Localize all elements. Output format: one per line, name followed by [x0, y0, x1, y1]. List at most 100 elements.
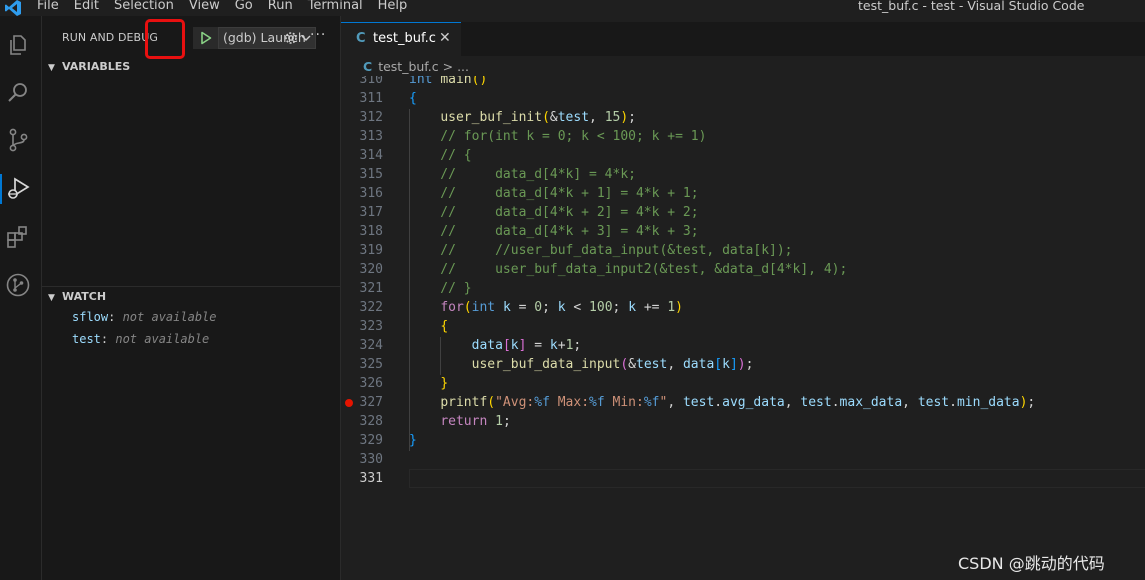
code-text: user_buf_data_input(&test, data[k]); — [471, 357, 754, 372]
breadcrumb[interactable]: Ctest_buf.c > ... — [363, 59, 469, 74]
line-number: 317 — [359, 205, 383, 220]
watch-expression-name: sflow — [72, 310, 109, 324]
code-comment: // for(int k = 0; k < 100; k += 1) — [409, 129, 707, 144]
line-number: 320 — [359, 262, 383, 277]
watch-item[interactable]: test: not available — [72, 332, 209, 346]
breadcrumb-file[interactable]: test_buf.c — [378, 59, 438, 74]
watch-item[interactable]: sflow: not available — [72, 310, 217, 324]
code-line: 326 } — [341, 374, 1145, 393]
tab-test-buf-c[interactable]: C test_buf.c ✕ — [341, 22, 461, 56]
watch-section-header[interactable]: ▼ WATCH — [48, 290, 106, 303]
line-number: 313 — [359, 129, 383, 144]
code-comment: // } — [409, 281, 472, 296]
line-number: 315 — [359, 167, 383, 182]
menu-terminal[interactable]: Terminal — [308, 0, 363, 13]
more-actions-icon[interactable]: ··· — [310, 27, 326, 43]
menu-run[interactable]: Run — [268, 0, 293, 13]
launch-config-select[interactable]: (gdb) Launch — [218, 27, 316, 49]
highlight-annotation — [145, 19, 185, 59]
line-number: 323 — [359, 319, 383, 334]
variables-section-header[interactable]: ▼ VARIABLES — [48, 60, 130, 73]
code-line: 322 for(int k = 0; k < 100; k += 1) — [341, 298, 1145, 317]
c-file-icon: C — [356, 31, 366, 46]
activity-bar — [0, 16, 42, 580]
source-control-icon[interactable] — [5, 127, 31, 153]
watermark: CSDN @跳动的代码 — [958, 554, 1105, 573]
code-text: printf("Avg:%f Max:%f Min:%f", test.avg_… — [440, 395, 1036, 410]
code-comment: // data_d[4*k + 2] = 4*k + 2; — [409, 205, 699, 220]
menu-go[interactable]: Go — [235, 0, 253, 13]
c-file-icon: C — [363, 59, 373, 74]
code-text: data[k] = k+1; — [471, 338, 582, 353]
code-line: 319 // //user_buf_data_input(&test, data… — [341, 241, 1145, 260]
play-icon — [201, 31, 212, 45]
run-and-debug-sidebar: RUN AND DEBUG (gdb) Launch ··· ▼ VARIABLE… — [42, 16, 341, 580]
close-icon[interactable]: ✕ — [439, 30, 451, 46]
menu-view[interactable]: View — [189, 0, 220, 13]
menu-edit[interactable]: Edit — [74, 0, 99, 13]
line-number: 312 — [359, 110, 383, 125]
extensions-icon[interactable] — [5, 224, 31, 250]
code-line: 323 { — [341, 317, 1145, 336]
line-number: 326 — [359, 376, 383, 391]
current-line-highlight — [409, 469, 1145, 488]
code-comment: // data_d[4*k + 1] = 4*k + 1; — [409, 186, 699, 201]
run-and-debug-icon[interactable] — [5, 175, 31, 201]
code-text: { — [440, 319, 449, 334]
code-comment: // //user_buf_data_input(&test, data[k])… — [409, 243, 793, 258]
code-text: return 1; — [440, 414, 511, 429]
variables-title: VARIABLES — [62, 60, 131, 73]
code-line: 314 // { — [341, 146, 1145, 165]
code-line: 328 return 1; — [341, 412, 1145, 431]
watch-expression-value: not available — [122, 310, 217, 324]
code-line: 316 // data_d[4*k + 1] = 4*k + 1; — [341, 184, 1145, 203]
tab-label: test_buf.c — [373, 31, 436, 46]
line-number: 319 — [359, 243, 383, 258]
code-line: 327 printf("Avg:%f Max:%f Min:%f", test.… — [341, 393, 1145, 412]
menu-selection[interactable]: Selection — [114, 0, 174, 13]
chevron-down-icon: ▼ — [48, 63, 55, 73]
active-view-indicator — [0, 174, 2, 204]
menu-file[interactable]: File — [37, 0, 59, 13]
code-comment: // data_d[4*k] = 4*k; — [409, 167, 636, 182]
line-number: 310 — [359, 76, 383, 87]
vscode-logo-icon — [5, 0, 21, 16]
explorer-icon[interactable] — [5, 32, 31, 58]
code-text: { — [409, 91, 417, 106]
line-number: 311 — [359, 91, 383, 106]
code-line: 318 // data_d[4*k + 3] = 4*k + 3; — [341, 222, 1145, 241]
code-line: 311 { — [341, 89, 1145, 108]
code-text: for(int k = 0; k < 100; k += 1) — [440, 300, 683, 315]
code-line: 315 // data_d[4*k] = 4*k; — [341, 165, 1145, 184]
code-comment: // { — [409, 148, 472, 163]
line-number: 330 — [359, 452, 383, 467]
code-line: 313 // for(int k = 0; k < 100; k += 1) — [341, 127, 1145, 146]
editor-group: C test_buf.c ✕ Ctest_buf.c > ... 310 int … — [341, 16, 1145, 580]
watch-expression-name: test — [72, 332, 101, 346]
watch-title: WATCH — [62, 290, 107, 303]
window-title: test_buf.c - test - Visual Studio Code — [858, 0, 1085, 13]
sidebar-header: RUN AND DEBUG — [62, 31, 158, 44]
line-number: 321 — [359, 281, 383, 296]
breadcrumb-separator: > ... — [442, 59, 469, 74]
line-number: 318 — [359, 224, 383, 239]
code-line-current: 331 — [341, 469, 1145, 488]
code-line: 310 int main() — [341, 76, 1145, 89]
line-number: 327 — [359, 395, 383, 410]
code-line: 330 — [341, 450, 1145, 469]
tab-bar: C test_buf.c ✕ — [341, 22, 1145, 56]
line-number: 331 — [359, 471, 383, 486]
chevron-down-icon: ▼ — [48, 293, 55, 303]
start-debugging-button[interactable] — [193, 27, 218, 49]
divider — [42, 286, 340, 287]
line-number: 316 — [359, 186, 383, 201]
code-editor[interactable]: 310 int main() 311 { 312 user_buf_init(&te… — [341, 76, 1145, 580]
code-comment: // data_d[4*k + 3] = 4*k + 3; — [409, 224, 699, 239]
code-text: } — [409, 433, 417, 448]
gear-icon[interactable] — [284, 31, 298, 45]
git-graph-icon[interactable] — [5, 272, 31, 298]
code-line: 324 data[k] = k+1; — [341, 336, 1145, 355]
code-line: 312 user_buf_init(&test, 15); — [341, 108, 1145, 127]
search-icon[interactable] — [5, 80, 31, 106]
menu-help[interactable]: Help — [378, 0, 408, 13]
